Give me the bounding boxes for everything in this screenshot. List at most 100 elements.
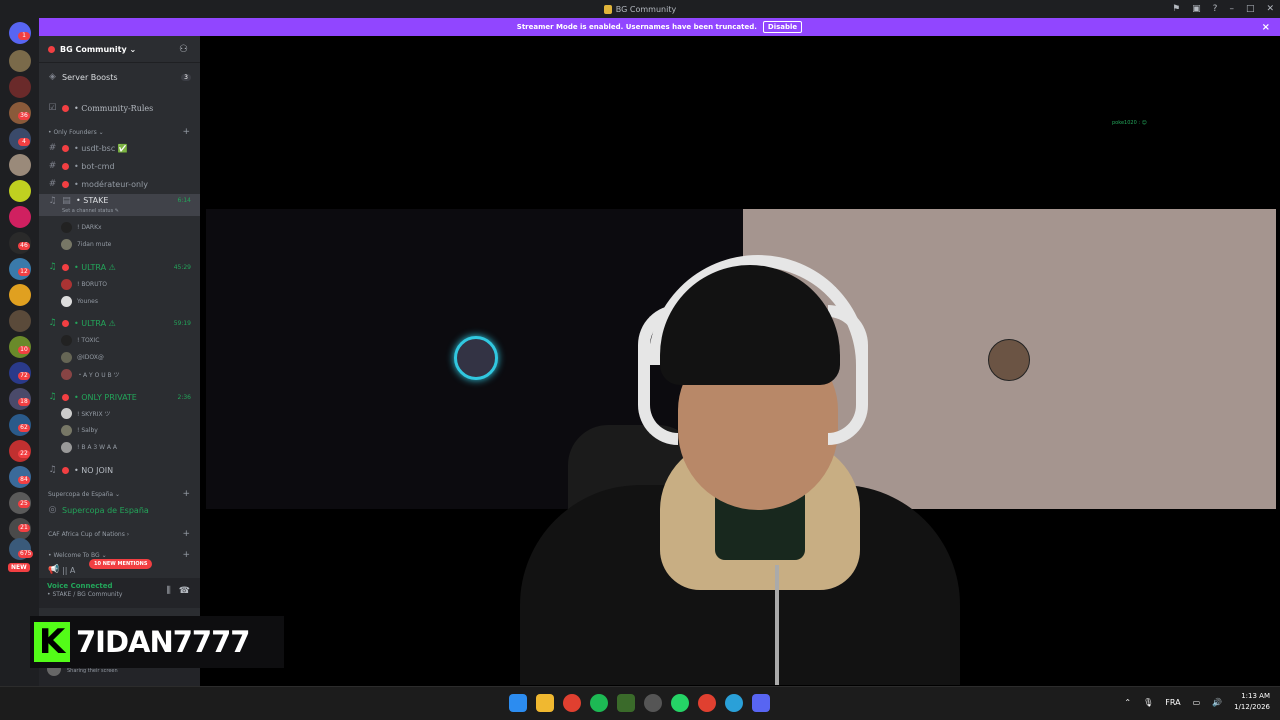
add-channel-icon[interactable]: + <box>182 550 190 560</box>
channel-supercopa[interactable]: ◎ Supercopa de España <box>39 502 200 518</box>
voice-user[interactable]: ! SKYRIX ツ <box>61 406 110 420</box>
server-icon[interactable] <box>9 50 31 72</box>
spotify-icon[interactable] <box>590 694 608 712</box>
voice-user[interactable]: 7idan mute <box>61 237 111 251</box>
avatar <box>61 407 72 419</box>
new-servers-badge[interactable]: NEW <box>8 563 30 572</box>
voice-channel-no-join[interactable]: ♫ • NO JOIN <box>39 462 200 478</box>
user-name: ! TOXIC <box>77 336 100 344</box>
noise-suppression-icon[interactable]: ⫼ <box>167 586 171 596</box>
clock[interactable]: 1:13 AM 1/12/2026 <box>1234 691 1270 713</box>
voice-channel-ultra-2[interactable]: ♫ • ULTRA ⚠ 59:19 <box>39 315 200 331</box>
server-status-icon <box>48 45 55 53</box>
kick-logo-icon: K <box>34 622 70 662</box>
channel-bot-cmd[interactable]: # • bot-cmd <box>39 158 200 174</box>
streamer-mode-banner: Streamer Mode is enabled. Usernames have… <box>39 18 1280 36</box>
server-rail: 1 36 4 46 12 10 72 18 62 22 84 25 21 675… <box>0 18 39 686</box>
channel-status[interactable]: Set a channel status ✎ <box>62 208 119 214</box>
voice-user[interactable]: ! DARKx <box>61 220 102 234</box>
channel-label: • ULTRA ⚠ <box>74 262 116 272</box>
no-entry-icon <box>62 162 69 170</box>
mention-badge: 25 <box>18 500 30 508</box>
server-icon[interactable] <box>9 76 31 98</box>
stage-icon: ▤ <box>62 196 71 206</box>
channel-usdt-bsc[interactable]: # • usdt-bsc ✅ <box>39 140 200 156</box>
hash-icon: # <box>48 179 57 189</box>
category-caf[interactable]: CAF Africa Cup of Nations › + <box>39 528 200 540</box>
telegram-icon[interactable] <box>725 694 743 712</box>
microphone-icon[interactable]: 🎙 <box>1143 698 1153 707</box>
add-channel-icon[interactable]: + <box>182 529 190 539</box>
maximize-icon[interactable]: □ <box>1246 4 1255 14</box>
disconnect-icon[interactable]: ☎ <box>179 586 190 596</box>
channel-community-rules[interactable]: ☑ • Community-Rules <box>39 100 200 116</box>
server-boosts[interactable]: ◈ Server Boosts 3 <box>39 69 200 85</box>
server-icon[interactable] <box>9 310 31 332</box>
chrome-icon[interactable] <box>698 694 716 712</box>
voice-user[interactable]: ! Salby <box>61 423 98 437</box>
server-icon[interactable] <box>9 284 31 306</box>
voice-connected-panel: Voice Connected • STAKE / BG Community ⫼… <box>39 578 200 608</box>
mention-badge: 675 <box>18 550 34 558</box>
channel-label: • modérateur-only <box>74 179 149 189</box>
voice-user[interactable]: ! TOXIC <box>61 333 99 347</box>
language-indicator[interactable]: FRA <box>1165 698 1180 707</box>
no-entry-icon <box>62 263 69 271</box>
chrome-icon[interactable] <box>563 694 581 712</box>
voice-channel-only-private[interactable]: ♫ • ONLY PRIVATE 2:36 <box>39 389 200 405</box>
channel-moderateur-only[interactable]: # • modérateur-only <box>39 176 200 192</box>
disable-streamer-mode-button[interactable]: Disable <box>762 21 803 33</box>
zipper <box>775 565 779 685</box>
add-channel-icon[interactable]: + <box>182 127 190 137</box>
server-icon[interactable] <box>9 180 31 202</box>
voice-user[interactable]: ! B A 3 W A A <box>61 440 117 454</box>
category-label: CAF Africa Cup of Nations › <box>48 530 130 538</box>
volume-icon[interactable]: 🔊 <box>1212 698 1222 707</box>
category-supercopa[interactable]: Supercopa de España ⌄ + <box>39 488 200 500</box>
voice-user[interactable]: Younes <box>61 294 98 308</box>
user-name: ! DARKx <box>77 223 102 231</box>
voice-user[interactable]: @IDOX@ <box>61 350 104 364</box>
viewer-tag: poke1020 : 😊 <box>1112 120 1147 126</box>
close-window-icon[interactable]: ✕ <box>1266 4 1274 14</box>
network-icon[interactable]: ▭ <box>1193 698 1201 707</box>
server-header[interactable]: BG Community ⌄ ⚇ <box>39 36 200 63</box>
no-entry-icon <box>62 144 69 152</box>
channel-label: • STAKE <box>76 196 109 205</box>
server-icon[interactable] <box>9 154 31 176</box>
window-title-group: BG Community <box>603 4 677 14</box>
screen-icon[interactable]: ▣ <box>1192 4 1201 14</box>
flag-icon[interactable]: ⚑ <box>1172 4 1180 14</box>
avatar <box>61 334 72 346</box>
voice-icon: ♫ <box>48 465 57 475</box>
no-entry-icon <box>62 104 69 112</box>
banner-close-icon[interactable]: × <box>1262 22 1270 33</box>
new-mentions-badge[interactable]: 10 NEW MENTIONS <box>89 559 153 569</box>
mention-badge: 62 <box>18 424 30 432</box>
no-entry-icon <box>62 393 69 401</box>
category-label: • Welcome To BG ⌄ <box>48 551 107 559</box>
add-member-icon[interactable]: ⚇ <box>179 44 188 55</box>
app-icon[interactable] <box>644 694 662 712</box>
hash-icon: # <box>48 143 57 153</box>
help-icon[interactable]: ? <box>1213 4 1218 14</box>
start-icon[interactable] <box>509 694 527 712</box>
user-name: Younes <box>77 297 98 305</box>
voice-user[interactable]: ・A Y O U B ツ <box>61 367 120 381</box>
minimize-icon[interactable]: – <box>1229 4 1234 14</box>
voice-channel-ultra-1[interactable]: ♫ • ULTRA ⚠ 45:29 <box>39 259 200 275</box>
avatar <box>988 339 1030 381</box>
system-tray: ⌃ 🎙 FRA ▭ 🔊 1:13 AM 1/12/2026 <box>1124 691 1270 713</box>
add-channel-icon[interactable]: + <box>182 489 190 499</box>
server-icon[interactable] <box>9 206 31 228</box>
discord-icon[interactable] <box>752 694 770 712</box>
whatsapp-icon[interactable] <box>671 694 689 712</box>
file-explorer-icon[interactable] <box>536 694 554 712</box>
chevron-up-icon[interactable]: ⌃ <box>1124 698 1131 707</box>
app-icon[interactable] <box>617 694 635 712</box>
category-only-founders[interactable]: • Only Founders ⌄ + <box>39 126 200 138</box>
window-title: BG Community <box>615 4 677 14</box>
voice-user[interactable]: ! BORUTO <box>61 277 107 291</box>
boost-icon: ◈ <box>49 72 56 82</box>
channel-label: Supercopa de España <box>62 505 149 515</box>
